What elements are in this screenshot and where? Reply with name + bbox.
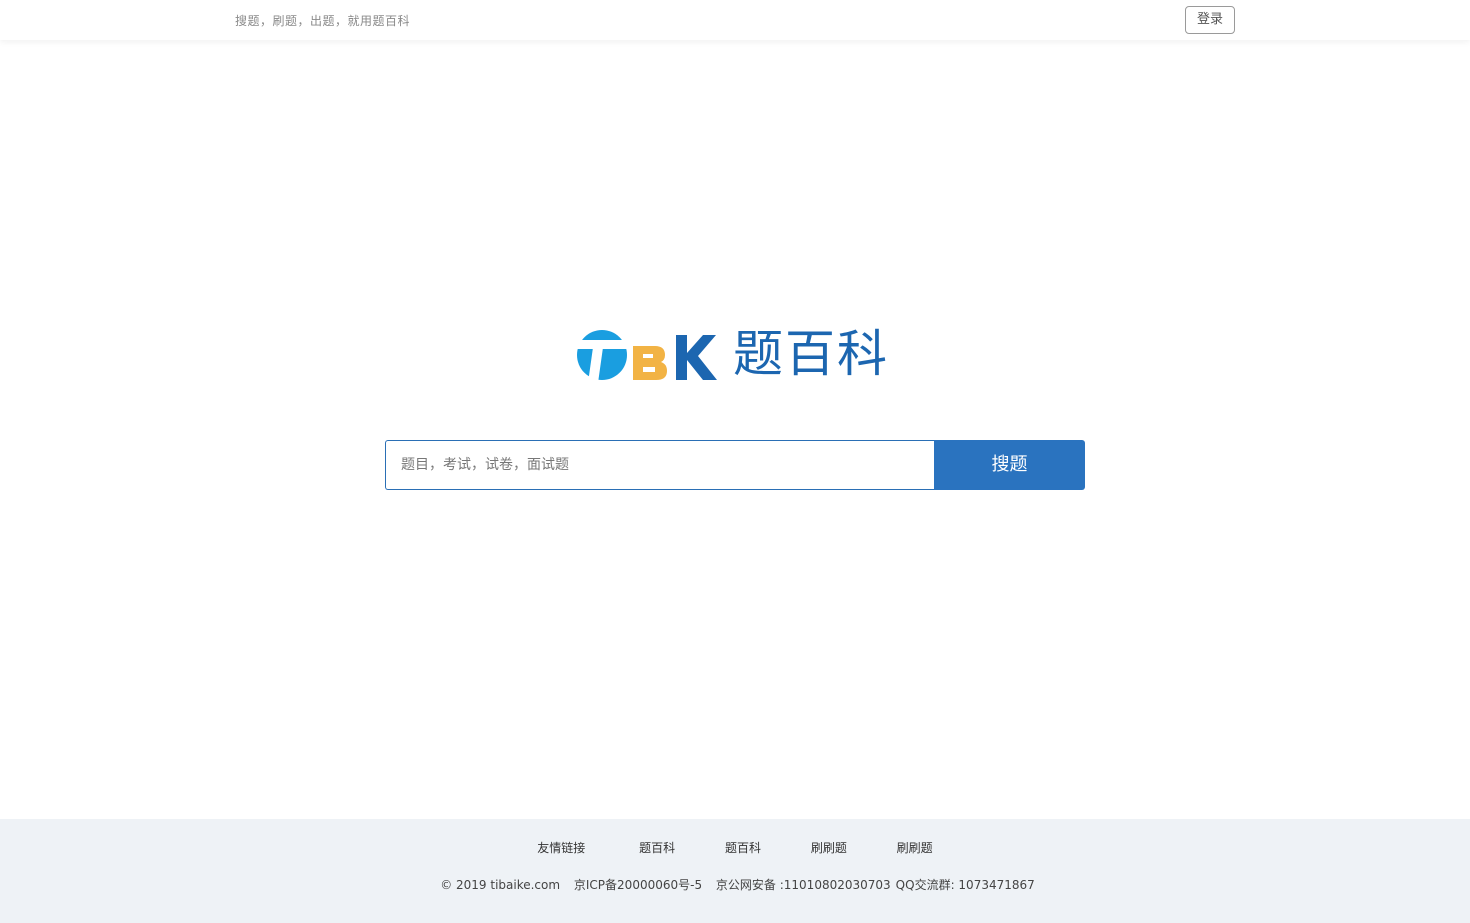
friend-links: 友情链接 题百科 题百科 刷刷题 刷刷题 [0, 839, 1470, 856]
top-bar: 搜题，刷题，出题，就用题百科 登录 [0, 0, 1470, 40]
logo-letter-k [676, 335, 717, 380]
copyright-text: © 2019 tibaike.com [440, 878, 561, 892]
search-button[interactable]: 搜题 [934, 440, 1085, 490]
logo-letter-b [633, 346, 667, 380]
police-record[interactable]: 京公网安备 :11010802030703 [716, 878, 891, 892]
login-button[interactable]: 登录 [1185, 6, 1235, 34]
friend-link[interactable]: 刷刷题 [811, 839, 847, 856]
logo-letter-t [577, 330, 627, 381]
friend-link[interactable]: 刷刷题 [897, 839, 933, 856]
qq-group: QQ交流群: 1073471867 [895, 878, 1035, 892]
friend-link[interactable]: 题百科 [725, 839, 761, 856]
logo-wordmark: 题百科 [733, 325, 889, 383]
site-tagline: 搜题，刷题，出题，就用题百科 [235, 14, 411, 28]
tbk-logo-icon [577, 330, 717, 381]
footer: 友情链接 题百科 题百科 刷刷题 刷刷题 © 2019 tibaike.com … [0, 819, 1470, 923]
site-logo[interactable]: 题百科 [575, 326, 897, 384]
search-input[interactable] [385, 440, 935, 490]
friend-link[interactable]: 题百科 [639, 839, 675, 856]
icp-link[interactable]: 京ICP备20000060号-5 [574, 878, 702, 892]
friend-links-label: 友情链接 [537, 841, 586, 855]
search-bar: 搜题 [385, 440, 1085, 490]
copyright-line: © 2019 tibaike.com 京ICP备20000060号-5 京公网安… [0, 876, 1470, 893]
